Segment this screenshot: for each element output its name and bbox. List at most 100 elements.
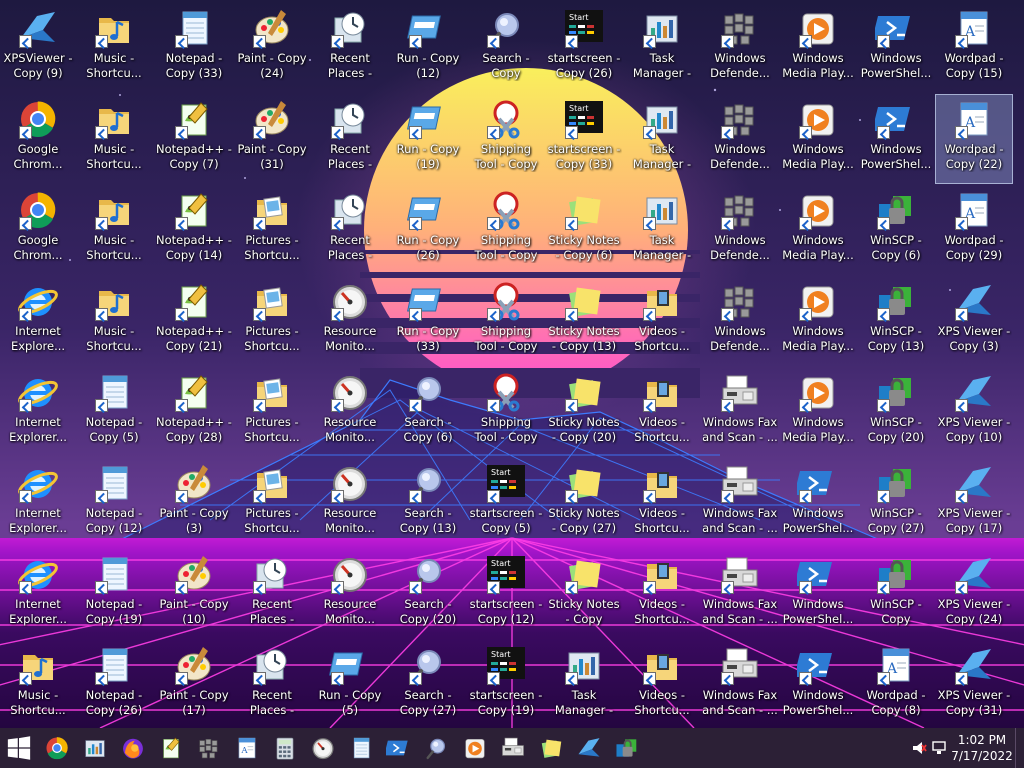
desktop-icon[interactable]: A Wordpad - Copy (15) [936, 4, 1012, 92]
desktop-icon[interactable]: Notepad++ - Copy (14) [156, 186, 232, 274]
taskbar-task-manager[interactable] [76, 728, 114, 768]
desktop-icon[interactable]: Videos - Shortcu... [624, 459, 700, 547]
desktop-icon[interactable]: Pictures - Shortcu... [234, 277, 310, 365]
desktop-icon[interactable]: Shipping Tool - Copy (8) [468, 95, 544, 183]
desktop-icon[interactable]: Recent Places - Copy [312, 186, 388, 274]
taskbar-clock[interactable]: 1:02 PM 7/17/2022 [949, 732, 1015, 764]
desktop-icon[interactable]: Search - Copy (20) [390, 550, 466, 638]
desktop-icon[interactable]: Paint - Copy (31) [234, 95, 310, 183]
taskbar-notepad[interactable] [342, 728, 380, 768]
desktop-icon[interactable]: Windows Defende... [702, 4, 778, 92]
desktop-icon[interactable]: Recent Places - Copy (18) [312, 4, 388, 92]
desktop-icon[interactable]: Recent Places - Copy (25) [312, 95, 388, 183]
desktop-icon[interactable]: Start startscreen - Copy (5) [468, 459, 544, 547]
desktop-icon[interactable]: Pictures - Shortcu... [234, 459, 310, 547]
desktop-icon[interactable]: Windows Media Play... [780, 95, 856, 183]
desktop-icon[interactable]: Task Manager - Copy (8) [546, 641, 622, 729]
desktop-icon[interactable]: Sticky Notes - Copy [546, 550, 622, 638]
desktop-icon[interactable]: Windows Media Play... [780, 186, 856, 274]
desktop-icon[interactable]: A Wordpad - Copy (22) [935, 94, 1013, 184]
desktop-icon[interactable]: Windows PowerShel... [780, 459, 856, 547]
desktop-icon[interactable]: Videos - Shortcu... [624, 277, 700, 365]
desktop-icon[interactable]: Windows Fax and Scan - ... [702, 459, 778, 547]
desktop-icon[interactable]: Run - Copy (19) [390, 95, 466, 183]
desktop-icon[interactable]: Task Manager - Copy (29) [624, 186, 700, 274]
desktop-icon[interactable]: Run - Copy (5) [312, 641, 388, 729]
desktop-icon[interactable]: Search - Copy (27) [390, 641, 466, 729]
desktop-icon[interactable]: Notepad - Copy (5) [76, 368, 152, 456]
taskbar-notepadpp[interactable] [152, 728, 190, 768]
taskbar-sticky-notes[interactable] [532, 728, 570, 768]
desktop-icon[interactable]: Run - Copy (26) [390, 186, 466, 274]
desktop-icon[interactable]: Search - Copy (13) [390, 459, 466, 547]
desktop-icon[interactable]: Pictures - Shortcu... [234, 186, 310, 274]
taskbar-chrome[interactable] [38, 728, 76, 768]
desktop-icon[interactable]: XPS Viewer - Copy (17) [936, 459, 1012, 547]
desktop-icon[interactable]: N C [1014, 459, 1024, 547]
desktop-icon[interactable]: Sticky Notes - Copy (13) [546, 277, 622, 365]
desktop-icon[interactable]: Start startscreen - Copy (33) [546, 95, 622, 183]
desktop-icon[interactable]: XPS Viewer - Copy (31) [936, 641, 1012, 729]
desktop-icon[interactable]: XPSViewer - Copy (9) [0, 4, 76, 92]
desktop-icon[interactable]: Notepad++ - Copy (28) [156, 368, 232, 456]
desktop-icon[interactable]: N C [1014, 550, 1024, 638]
desktop-icon[interactable]: Search - Copy (6) [390, 368, 466, 456]
taskbar-resource-monitor[interactable] [304, 728, 342, 768]
desktop-icon[interactable]: Windows PowerShel... [780, 550, 856, 638]
desktop-icon[interactable]: Notepad - Copy (12) [76, 459, 152, 547]
desktop-icon[interactable]: Windows PowerShel... [858, 95, 934, 183]
desktop-icon[interactable]: Notepad++ - Copy (21) [156, 277, 232, 365]
desktop-icon[interactable]: Windows Media Play... [780, 368, 856, 456]
desktop-icon[interactable]: Run - Copy (12) [390, 4, 466, 92]
desktop-icon[interactable]: Windows Defende... [702, 277, 778, 365]
desktop-icon[interactable]: Windows Defende... [702, 186, 778, 274]
desktop-icon[interactable]: XPS Viewer - Copy (3) [936, 277, 1012, 365]
desktop-icon[interactable]: Resource Monito... [312, 459, 388, 547]
desktop-icon[interactable]: Paint - Copy (24) [234, 4, 310, 92]
taskbar-media-player[interactable] [456, 728, 494, 768]
desktop-icon[interactable]: Paint - Copy (3) [156, 459, 232, 547]
desktop-icon[interactable]: Google Chrom... [0, 186, 76, 274]
desktop-icon[interactable]: Windows Defende... [702, 95, 778, 183]
desktop-icon[interactable]: Videos - Shortcu... [624, 368, 700, 456]
taskbar-xps-viewer[interactable] [570, 728, 608, 768]
desktop-icon[interactable]: Task Manager - Copy (22) [624, 95, 700, 183]
desktop-icon[interactable]: Run - Copy (33) [390, 277, 466, 365]
desktop-icon[interactable]: Shipping Tool - Copy (22) [468, 277, 544, 365]
taskbar-wordpad[interactable]: A [228, 728, 266, 768]
desktop-icon[interactable]: Resource Monito... [312, 277, 388, 365]
desktop-icon[interactable]: Music - Shortcu... [76, 186, 152, 274]
desktop-icon[interactable]: WinSCP - Copy (20) [858, 368, 934, 456]
desktop-icon[interactable]: Music - Shortcu... [76, 4, 152, 92]
desktop-icon[interactable]: Internet Explore... [0, 277, 76, 365]
desktop-icon[interactable]: Paint - Copy (10) [156, 550, 232, 638]
desktop-icon[interactable]: WinSCP - Copy [858, 550, 934, 638]
desktop-icon[interactable]: Notepad - Copy (26) [76, 641, 152, 729]
desktop-icon[interactable]: Notepad - Copy (33) [156, 4, 232, 92]
desktop-icon[interactable]: Videos - Shortcu... [624, 550, 700, 638]
desktop-icon[interactable]: Paint - Copy (17) [156, 641, 232, 729]
desktop-icon[interactable]: Recent Places - Copy (4) [234, 550, 310, 638]
desktop-icon[interactable]: Music - Shortcu... [0, 641, 76, 729]
desktop-icon[interactable]: Windows PowerShel... [780, 641, 856, 729]
volume-muted-tray-button[interactable] [909, 728, 929, 768]
desktop-icon[interactable]: XPS Viewer - Copy (24) [936, 550, 1012, 638]
desktop-icon[interactable]: Recent Places - Copy (11) [234, 641, 310, 729]
desktop-icon[interactable]: Pictures - Shortcu... [234, 368, 310, 456]
desktop-icon[interactable]: WinSCP - Copy (27) [858, 459, 934, 547]
show-desktop-button[interactable] [1015, 728, 1024, 768]
taskbar-defender[interactable] [190, 728, 228, 768]
desktop-icon[interactable]: Shipping Tool - Copy (29) [468, 368, 544, 456]
network-tray-button[interactable] [929, 728, 949, 768]
desktop-icon[interactable]: Start startscreen - Copy (19) [468, 641, 544, 729]
desktop-icon[interactable]: Start startscreen - Copy (26) [546, 4, 622, 92]
desktop-icon[interactable]: Windows Fax and Scan - ... [702, 641, 778, 729]
desktop-icon[interactable]: Windows Fax and Scan - ... [702, 368, 778, 456]
desktop-icon[interactable]: Internet Explorer... [0, 368, 76, 456]
taskbar-search[interactable] [418, 728, 456, 768]
desktop-icon[interactable]: Search - Copy [468, 4, 544, 92]
desktop-icon[interactable]: A Wordpad - Copy (8) [858, 641, 934, 729]
desktop-icon[interactable]: Sticky Notes - Copy (27) [546, 459, 622, 547]
desktop-icon[interactable]: Windows Fax and Scan - ... [702, 550, 778, 638]
desktop-icon[interactable]: Windows Media Play... [780, 277, 856, 365]
